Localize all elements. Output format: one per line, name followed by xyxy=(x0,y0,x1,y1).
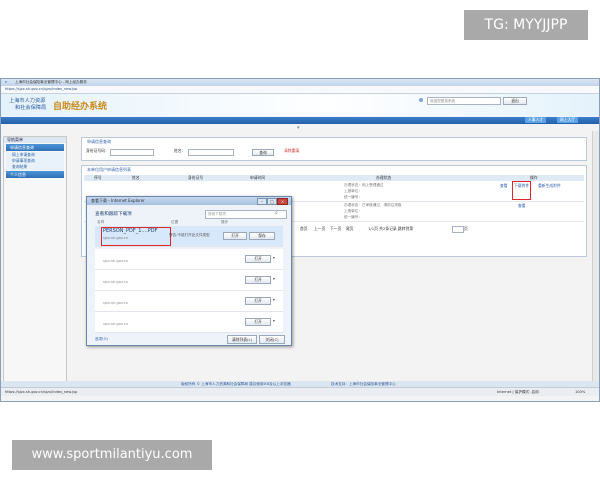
table-header: 序号 姓名 身份证号 申请时间 办理状态 操作 xyxy=(84,175,584,181)
open-button[interactable]: 打开 xyxy=(245,297,271,305)
window-controls: – □ × xyxy=(257,198,288,205)
vertical-scrollbar[interactable] xyxy=(592,131,599,385)
minimize-icon[interactable]: – xyxy=(257,198,267,205)
col-actions-header: 操作 xyxy=(221,220,229,224)
view-link[interactable]: 查看 xyxy=(500,183,508,188)
logout-button[interactable]: 退出 xyxy=(503,97,527,105)
download-item[interactable]: sjzx.sh.gov.cn 打开 ▾ xyxy=(95,312,283,333)
user-info: 欢迎您登录系统 xyxy=(427,97,501,105)
chevron-down-icon[interactable]: ▾ xyxy=(273,255,275,261)
search-icon[interactable]: ⌕ xyxy=(275,210,278,216)
close-button[interactable]: 关闭(C) xyxy=(259,335,285,344)
system-name: 自助经办系统 xyxy=(53,102,108,112)
dialog-title: 查看下载 - Internet Explorer xyxy=(91,198,145,203)
reset-link[interactable]: 清除重填 xyxy=(284,148,299,154)
name-label: 姓名： xyxy=(174,148,186,153)
open-button[interactable]: 打开 xyxy=(223,232,247,240)
sidebar-item-query[interactable]: 申请信息查询 xyxy=(6,144,64,151)
row-code: 统一编号： xyxy=(344,215,362,219)
sidebar-item-personal[interactable]: 个人信息 xyxy=(6,171,64,178)
pager-prev[interactable]: 上一页 xyxy=(314,226,325,232)
search-panel: 申请信息查询 身份证号码： 姓名： 查询 清除重填 xyxy=(81,137,587,161)
page-unit: 页 xyxy=(464,226,468,231)
pager-last[interactable]: 尾页 xyxy=(346,226,354,232)
download-source: sjzx.sh.gov.cn xyxy=(103,280,129,284)
search-panel-title: 申请信息查询 xyxy=(87,139,111,144)
download-source: sjzx.sh.gov.cn xyxy=(103,236,129,240)
row-unit: 上报单位： xyxy=(344,189,362,193)
download-item[interactable]: sjzx.sh.gov.cn 打开 ▾ xyxy=(95,249,283,270)
download-source: sjzx.sh.gov.cn xyxy=(103,322,129,326)
user-icon xyxy=(419,98,423,102)
pager-first[interactable]: 首页 xyxy=(300,226,308,232)
nav-hr-button[interactable]: 人事人才 xyxy=(525,117,547,123)
col-status: 办理状态 xyxy=(376,175,392,180)
col-name-header: 名称 xyxy=(97,220,105,224)
download-source: sjzx.sh.gov.cn xyxy=(103,301,129,305)
view-link[interactable]: 查看 xyxy=(518,203,526,208)
address-bar[interactable]: https://sjzx.sh.gov.cn/sjzx/index_new.js… xyxy=(1,86,599,94)
open-button[interactable]: 打开 xyxy=(245,255,271,263)
download-item[interactable]: sjzx.sh.gov.cn 打开 ▾ xyxy=(95,291,283,312)
pager: 首页 上一页 下一页 尾页 1/1页 共2条记录 跳转到第 页 xyxy=(300,226,580,233)
list-panel-title: 本单位用户申请信息列表 xyxy=(87,167,131,172)
maximize-icon[interactable]: □ xyxy=(267,198,277,205)
download-item[interactable]: sjzx.sh.gov.cn 打开 ▾ xyxy=(95,270,283,291)
watermark-bottom-left: www.sportmilantiyu.com xyxy=(12,440,212,470)
close-icon[interactable]: × xyxy=(277,198,288,205)
download-filename: PERSON_PDF_1....PDF xyxy=(103,228,158,234)
row-unit: 上报单位： xyxy=(344,209,362,213)
window-title: 上海市社会保险事业管理中心 - 网上经办服务 xyxy=(15,80,87,84)
zoom-level[interactable]: 100% xyxy=(575,389,585,395)
watermark-top-right: TG: MYYJJPP xyxy=(464,10,588,40)
sidebar-sub-3[interactable]: 查询结果 xyxy=(6,164,64,170)
chevron-down-icon[interactable]: ▾ xyxy=(273,297,275,303)
id-input[interactable] xyxy=(110,149,154,156)
col-name: 姓名 xyxy=(132,175,140,180)
ie-icon: e xyxy=(5,80,8,84)
status-url: https://sjzx.sh.gov.cn/sjzx/index_new.js… xyxy=(5,390,78,394)
row-status: 办理状态：网上受理通过 xyxy=(344,183,384,187)
download-note: 警告:不能打开此文件类型 xyxy=(169,233,210,237)
address-text[interactable]: https://sjzx.sh.gov.cn/sjzx/index_new.js… xyxy=(5,86,77,92)
name-input[interactable] xyxy=(188,149,234,156)
download-attachment-link[interactable]: 下载附件 xyxy=(512,181,532,200)
nav-hall-button[interactable]: 网上大厅 xyxy=(557,117,579,123)
col-time: 申请时间 xyxy=(250,175,266,180)
pager-info: 1/1页 共2条记录 跳转到第 xyxy=(368,226,414,231)
col-id: 身份证号 xyxy=(188,175,204,180)
sidebar-header: 导航菜单 xyxy=(4,137,66,143)
chevron-down-icon[interactable]: ▾ xyxy=(273,276,275,282)
query-button[interactable]: 查询 xyxy=(252,149,274,156)
chevron-down-icon[interactable]: ▾ xyxy=(273,318,275,324)
collapse-arrow-icon[interactable]: ▾ xyxy=(297,125,300,131)
page-input[interactable] xyxy=(452,226,464,233)
id-label: 身份证号码： xyxy=(86,148,109,153)
row-code: 统一编号： xyxy=(344,195,362,199)
title-bar: 上海市社会保险事业管理中心 - 网上经办服务 e xyxy=(1,79,599,86)
status-zone: Internet | 保护模式: 启用 xyxy=(497,390,539,394)
row-status: 办理状态：已审核通过，请前往领取 xyxy=(344,203,402,207)
col-location-header: 位置 xyxy=(171,220,179,224)
dialog-heading: 查看和跟踪下载项 xyxy=(95,212,132,217)
options-link[interactable]: 选项(O) xyxy=(95,336,108,342)
dialog-title-bar: 查看下载 - Internet Explorer – □ × xyxy=(87,197,291,205)
download-dialog: 查看下载 - Internet Explorer – □ × 查看和跟踪下载项 … xyxy=(86,196,292,346)
logo-line2: 和社会保障局 xyxy=(15,105,47,111)
download-item[interactable]: PERSON_PDF_1....PDF sjzx.sh.gov.cn 警告:不能… xyxy=(95,226,283,247)
status-bar: https://sjzx.sh.gov.cn/sjzx/index_new.js… xyxy=(1,387,599,396)
pager-next[interactable]: 下一页 xyxy=(330,226,341,232)
sidebar: 导航菜单 申请信息查询 网上申请查询 申请事项查询 查询结果 个人信息 xyxy=(3,136,67,384)
top-nav: 人事人才 网上大厅 xyxy=(1,117,599,124)
col-index: 序号 xyxy=(94,175,102,180)
regenerate-attachment-link[interactable]: 重新生成附件 xyxy=(538,183,561,188)
logo-line1: 上海市人力资源 xyxy=(9,98,46,104)
open-button[interactable]: 打开 xyxy=(245,276,271,284)
download-source: sjzx.sh.gov.cn xyxy=(103,259,129,263)
save-button[interactable]: 保存 xyxy=(249,232,275,240)
clear-list-button[interactable]: 清除列表(L) xyxy=(227,335,257,344)
site-banner: 上海市人力资源 和社会保障局 自助经办系统 欢迎您登录系统 退出 xyxy=(1,94,599,116)
open-button[interactable]: 打开 xyxy=(245,318,271,326)
